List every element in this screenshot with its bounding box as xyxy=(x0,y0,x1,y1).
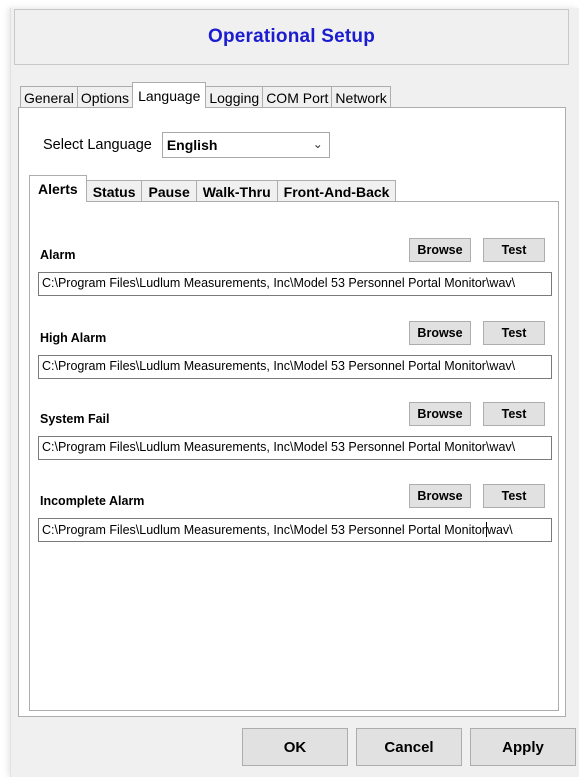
incomplete-alarm-label: Incomplete Alarm xyxy=(40,494,145,508)
alarm-path-field[interactable]: C:\Program Files\Ludlum Measurements, In… xyxy=(38,272,552,296)
language-select[interactable]: English ⌄ xyxy=(161,132,330,158)
language-panel: Select Language English ⌄ Alerts Status … xyxy=(18,107,566,717)
tab-com-port[interactable]: COM Port xyxy=(262,86,333,108)
chevron-down-icon[interactable]: ⌄ xyxy=(313,137,323,151)
language-row: Select Language English ⌄ xyxy=(43,132,330,158)
tab-general[interactable]: General xyxy=(20,86,78,108)
title-bar: Operational Setup xyxy=(14,9,569,65)
tab-walk-thru[interactable]: Walk-Thru xyxy=(195,180,278,202)
incomplete-alarm-group: Incomplete Alarm Browse Test C:\Program … xyxy=(38,484,552,542)
dialog-title: Operational Setup xyxy=(207,26,376,47)
tab-language[interactable]: Language xyxy=(132,82,207,108)
tab-network[interactable]: Network xyxy=(331,86,391,108)
system-fail-browse-button[interactable]: Browse xyxy=(409,402,471,426)
alarm-browse-button[interactable]: Browse xyxy=(409,238,471,262)
incomplete-alarm-browse-button[interactable]: Browse xyxy=(409,484,471,508)
system-fail-test-button[interactable]: Test xyxy=(483,402,545,426)
incomplete-alarm-path-field[interactable]: C:\Program Files\Ludlum Measurements, In… xyxy=(38,518,552,542)
main-tab-strip: General Options Language Logging COM Por… xyxy=(20,82,391,108)
path-text-after-caret: wav\ xyxy=(486,523,513,537)
tab-logging[interactable]: Logging xyxy=(205,86,264,108)
alarm-group: Alarm Browse Test C:\Program Files\Ludlu… xyxy=(38,238,552,296)
tab-options[interactable]: Options xyxy=(76,86,134,108)
high-alarm-path-field[interactable]: C:\Program Files\Ludlum Measurements, In… xyxy=(38,355,552,379)
system-fail-path-field[interactable]: C:\Program Files\Ludlum Measurements, In… xyxy=(38,436,552,460)
alarm-label: Alarm xyxy=(40,248,76,262)
cancel-button[interactable]: Cancel xyxy=(356,728,462,766)
system-fail-label: System Fail xyxy=(40,412,110,426)
tab-alerts[interactable]: Alerts xyxy=(29,175,87,202)
incomplete-alarm-test-button[interactable]: Test xyxy=(483,484,545,508)
high-alarm-label: High Alarm xyxy=(40,331,107,345)
apply-button[interactable]: Apply xyxy=(470,728,576,766)
tab-status[interactable]: Status xyxy=(85,180,143,202)
high-alarm-test-button[interactable]: Test xyxy=(483,321,545,345)
path-text-before-caret: C:\Program Files\Ludlum Measurements, In… xyxy=(42,523,486,537)
sub-tab-strip: Alerts Status Pause Walk-Thru Front-And-… xyxy=(29,174,397,202)
high-alarm-browse-button[interactable]: Browse xyxy=(409,321,471,345)
alerts-panel: Alarm Browse Test C:\Program Files\Ludlu… xyxy=(29,201,559,711)
ok-button[interactable]: OK xyxy=(242,728,348,766)
high-alarm-group: High Alarm Browse Test C:\Program Files\… xyxy=(38,321,552,379)
alarm-test-button[interactable]: Test xyxy=(483,238,545,262)
tab-pause[interactable]: Pause xyxy=(141,180,197,202)
language-select-value: English xyxy=(166,137,218,153)
select-language-label: Select Language xyxy=(43,137,152,153)
tab-front-and-back[interactable]: Front-And-Back xyxy=(276,180,397,202)
system-fail-group: System Fail Browse Test C:\Program Files… xyxy=(38,402,552,460)
